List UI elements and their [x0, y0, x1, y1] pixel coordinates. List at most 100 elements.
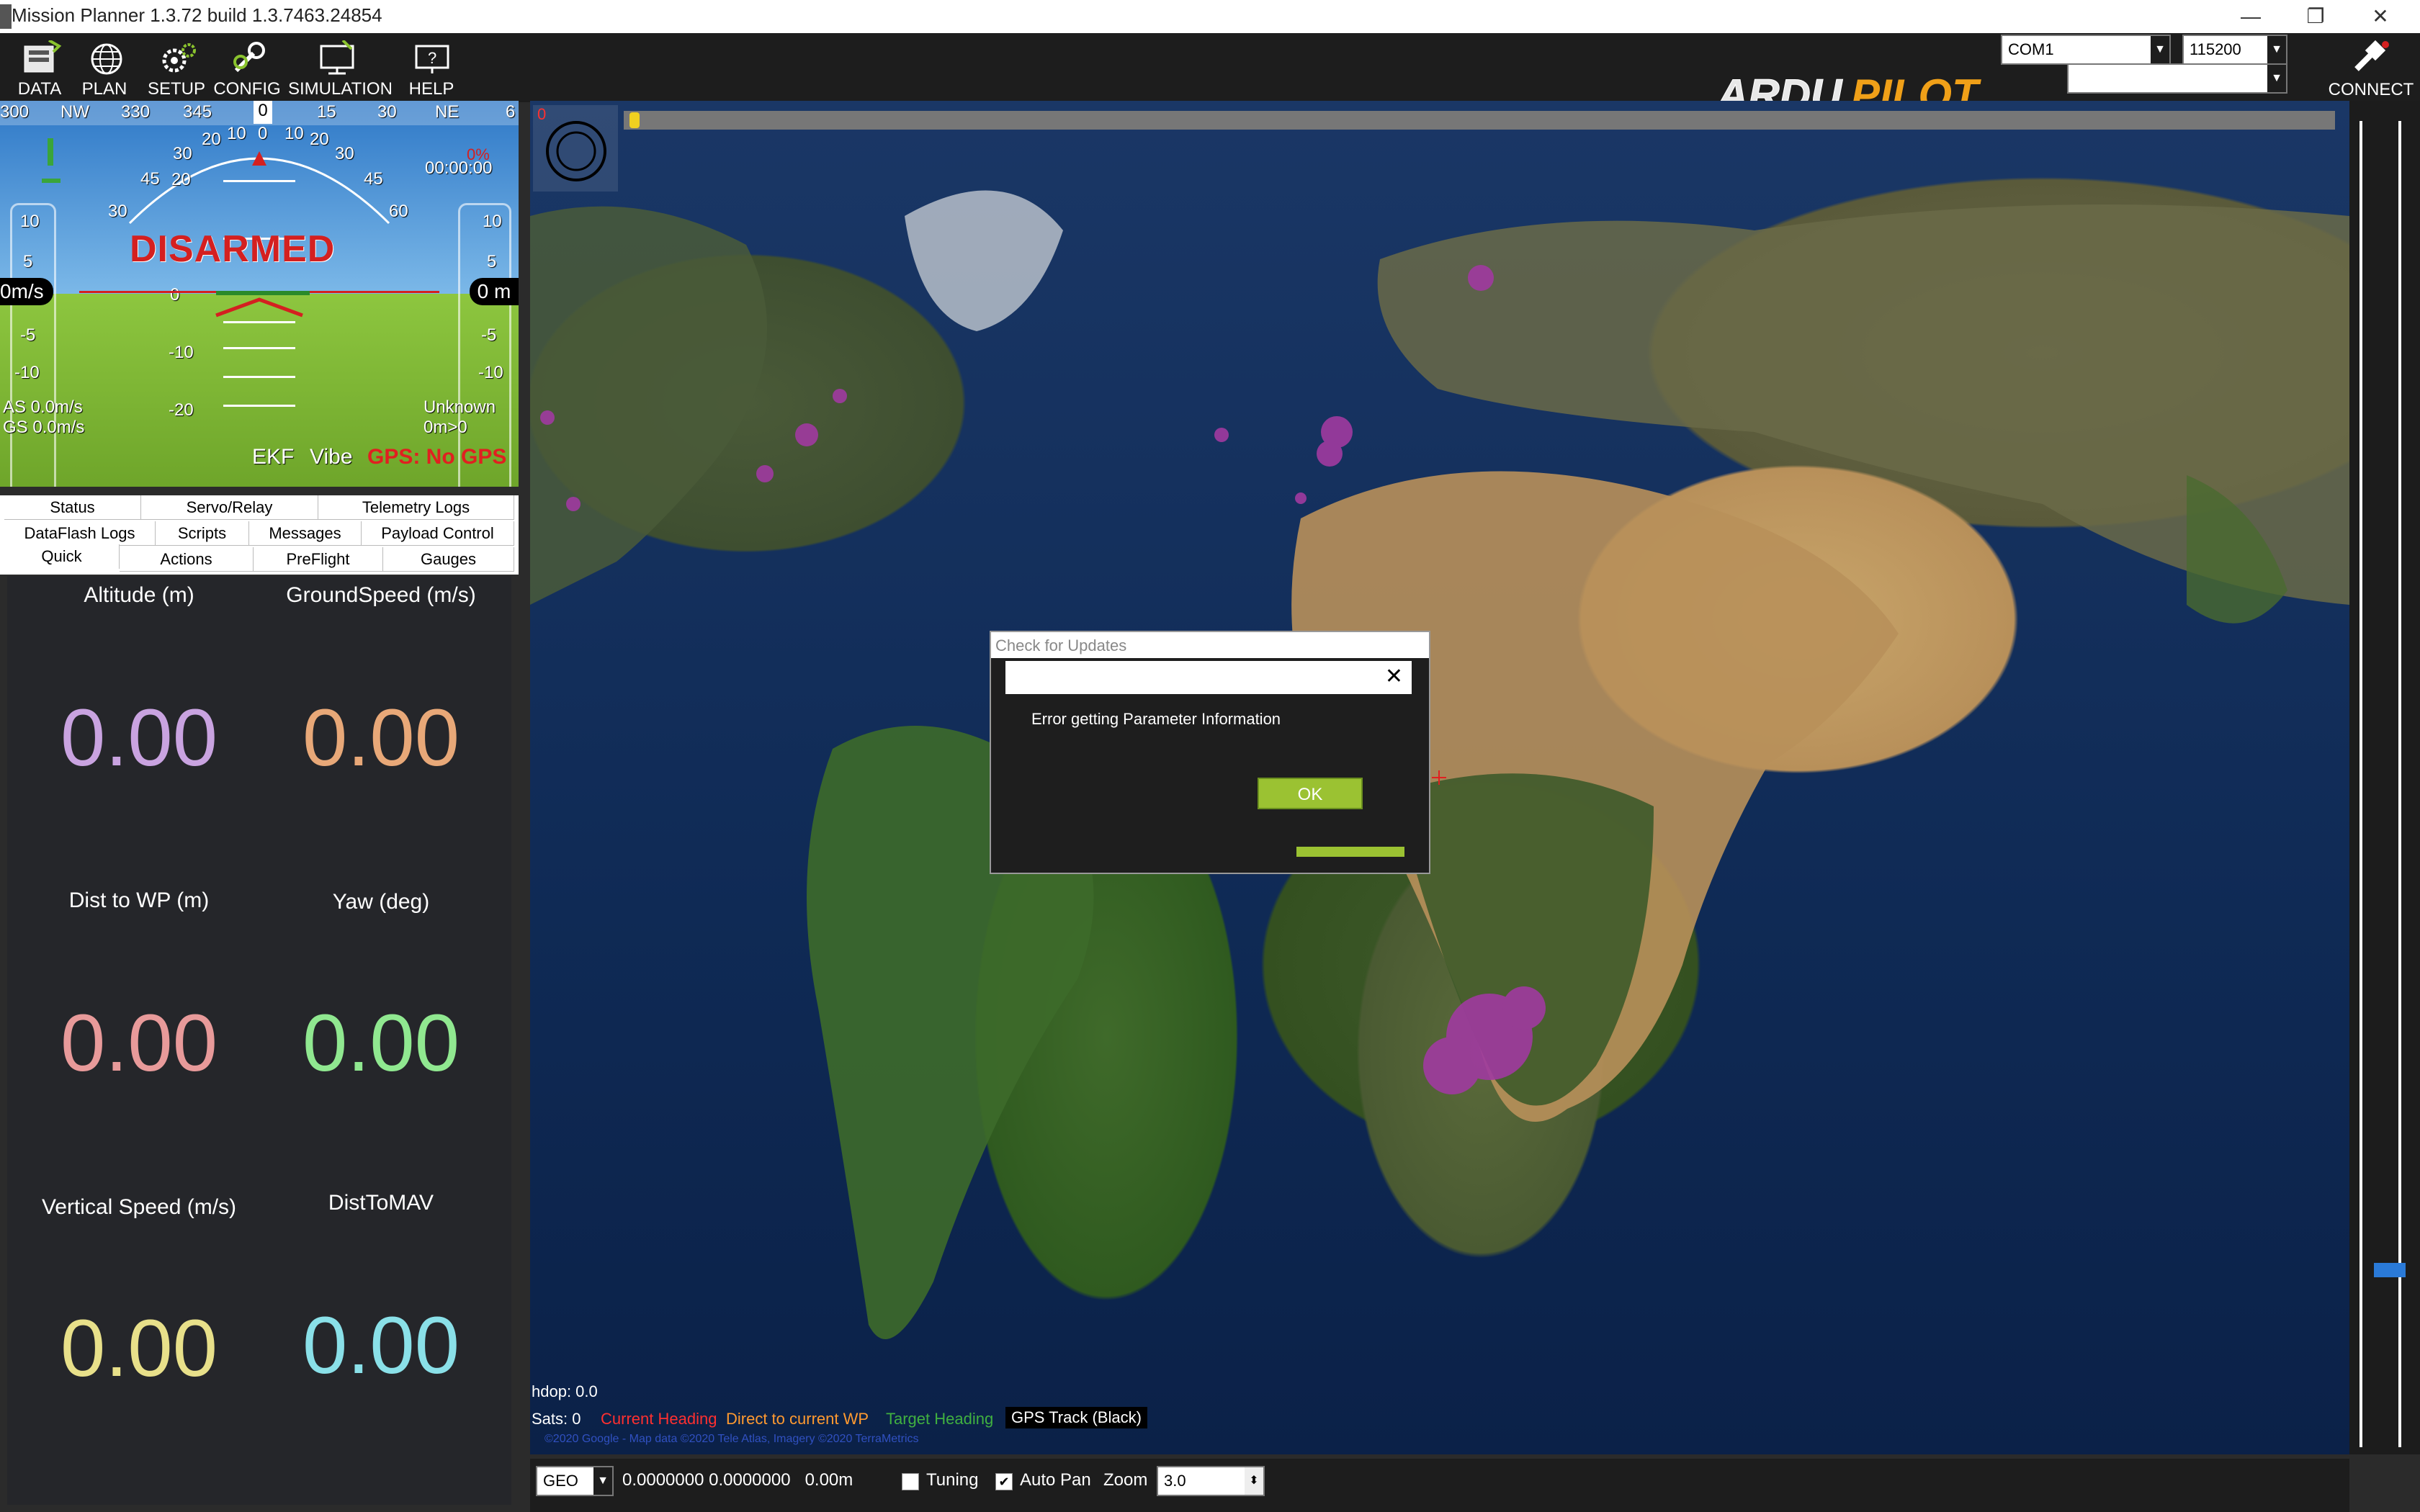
svg-text:?: ? — [428, 49, 436, 67]
autopan-checkbox[interactable]: ✔ — [995, 1473, 1013, 1490]
legend-current-heading: Current Heading — [601, 1410, 717, 1428]
heading-tick: 345 — [183, 102, 212, 122]
menu-simulation-label: SIMULATION — [288, 79, 393, 99]
port-select[interactable]: COM1 ▼ — [2001, 35, 2171, 65]
tab-dataflash-logs[interactable]: DataFlash Logs — [4, 521, 156, 546]
quick-value-yaw[interactable]: 0.00 — [255, 996, 507, 1089]
pitch-line — [223, 321, 295, 323]
tab-actions[interactable]: Actions — [120, 547, 254, 572]
simulation-icon — [320, 40, 354, 75]
tab-status[interactable]: Status — [4, 495, 141, 520]
hdop-readout: hdop: 0.0 — [532, 1382, 598, 1400]
tab-payload-control[interactable]: Payload Control — [362, 521, 514, 546]
globe-icon — [91, 43, 122, 75]
menu-help-button[interactable]: ? HELP — [392, 37, 471, 101]
speed-box: 0m/s — [0, 278, 53, 305]
hud-display: 300 NW 330 345 0 15 30 NE 6 30 45 30 20 … — [0, 101, 519, 487]
flight-mode: Unknown — [424, 397, 496, 417]
tab-gauges[interactable]: Gauges — [383, 547, 514, 572]
help-icon: ? — [415, 45, 449, 73]
pitch-tick: -20 — [169, 400, 194, 420]
dialog-titlebar: Check for Updates — [991, 632, 1429, 658]
roll-tick: 10 — [227, 124, 246, 143]
quick-value-dist-to-mav[interactable]: 0.00 — [255, 1299, 507, 1392]
speed-tick: 5 — [23, 252, 33, 271]
flight-timer: 00:00:00 — [425, 158, 493, 178]
stepper-icon[interactable]: ⬍ — [1245, 1467, 1263, 1495]
baud-select[interactable]: 115200 ▼ — [2182, 35, 2287, 65]
quick-label: Yaw (deg) — [332, 890, 430, 914]
window-titlebar: Mission Planner 1.3.72 build 1.3.7463.24… — [0, 0, 2420, 33]
heading-tick: 300 — [0, 102, 30, 122]
connect-button[interactable]: CONNECT — [2326, 37, 2416, 101]
tab-telemetry-logs[interactable]: Telemetry Logs — [318, 495, 514, 520]
tab-quick[interactable]: Quick — [4, 544, 120, 569]
tab-preflight[interactable]: PreFlight — [254, 547, 383, 572]
timeline-track[interactable] — [624, 111, 2335, 130]
ok-button[interactable]: OK — [1258, 778, 1363, 809]
aircraft-reference-icon — [215, 297, 303, 318]
satellite-imagery — [530, 190, 2349, 1339]
setup-gears-icon — [162, 43, 196, 73]
quick-value-altitude[interactable]: 0.00 — [13, 691, 265, 784]
pitch-line — [223, 347, 295, 349]
roll-tick: 30 — [108, 202, 127, 221]
pitch-line — [223, 180, 295, 182]
vibe-indicator[interactable]: Vibe — [310, 445, 353, 469]
link-select[interactable]: ▼ — [2067, 63, 2287, 94]
main-menubar: DATA PLAN SETUP CONFIG SIMULATION ? HELP… — [0, 33, 2420, 120]
dialog-message: Error getting Parameter Information — [1031, 710, 1281, 728]
menu-setup-button[interactable]: SETUP — [137, 37, 216, 101]
coord-system-value: GEO — [543, 1472, 578, 1490]
port-select-value: COM1 — [2008, 40, 2054, 58]
tuning-checkbox[interactable] — [902, 1473, 919, 1490]
vertical-speed-indicator — [48, 138, 53, 166]
restore-button[interactable]: ❐ — [2283, 0, 2348, 33]
coord-system-select[interactable]: GEO ▼ — [536, 1466, 614, 1496]
roll-tick: 45 — [364, 169, 383, 189]
gps-status: GPS: No GPS — [367, 445, 507, 469]
heading-tape: 300 NW 330 345 0 15 30 NE 6 — [0, 101, 519, 125]
quick-label: Altitude (m) — [84, 583, 194, 607]
map-view[interactable]: 0 hdop: 0.0 Sats: 0 Current Heading Dire… — [530, 101, 2349, 1454]
roll-tick: 10 — [284, 124, 304, 143]
pitch-line — [223, 405, 295, 407]
minimize-button[interactable]: — — [2218, 0, 2283, 33]
tab-servo-relay[interactable]: Servo/Relay — [141, 495, 318, 520]
quick-value-groundspeed[interactable]: 0.00 — [255, 691, 507, 784]
map-attribution: ©2020 Google - Map data ©2020 Tele Atlas… — [544, 1433, 919, 1445]
heading-tick: 30 — [377, 102, 397, 122]
menu-config-button[interactable]: CONFIG — [207, 37, 287, 101]
zoom-input[interactable]: 3.0 ⬍ — [1157, 1466, 1265, 1496]
menu-simulation-button[interactable]: SIMULATION — [288, 37, 393, 101]
quick-label: Vertical Speed (m/s) — [41, 1195, 237, 1219]
quick-panel: Altitude (m) 0.00 GroundSpeed (m/s) 0.00… — [7, 576, 511, 1505]
alt-tick: 10 — [483, 212, 502, 231]
legend-gps-track: GPS Track (Black) — [1005, 1407, 1147, 1428]
chevron-down-icon: ▼ — [2267, 65, 2286, 92]
ekf-indicator[interactable]: EKF — [252, 445, 294, 469]
roll-tick: 45 — [140, 169, 160, 189]
timeline-slider-handle[interactable] — [629, 112, 640, 128]
quick-value-dist-to-wp[interactable]: 0.00 — [13, 996, 265, 1089]
tab-messages[interactable]: Messages — [249, 521, 362, 546]
zoom-slider-thumb[interactable] — [2374, 1263, 2406, 1277]
autopan-label: Auto Pan — [1020, 1470, 1091, 1490]
close-window-button[interactable]: ✕ — [2348, 0, 2413, 33]
sats-readout: Sats: 0 — [532, 1410, 581, 1428]
menu-plan-button[interactable]: PLAN — [65, 37, 144, 101]
coordinate-readout: 0.0000000 0.0000000 0.00m — [622, 1470, 853, 1490]
alt-tick: 5 — [487, 252, 497, 271]
pitch-tick: 0 — [170, 285, 180, 305]
roll-tick: 30 — [173, 144, 192, 163]
data-icon — [24, 40, 62, 73]
tab-scripts[interactable]: Scripts — [156, 521, 249, 546]
app-icon — [0, 4, 12, 29]
menu-help-label: HELP — [408, 79, 454, 99]
zoom-input-value: 3.0 — [1164, 1472, 1186, 1490]
zoom-track[interactable] — [2398, 121, 2401, 1447]
quick-value-vertical-speed[interactable]: 0.00 — [13, 1302, 265, 1395]
timeline-marker-label: 0 — [537, 105, 547, 123]
speed-tick: -10 — [14, 363, 40, 382]
close-icon[interactable]: ✕ — [1385, 664, 1403, 689]
